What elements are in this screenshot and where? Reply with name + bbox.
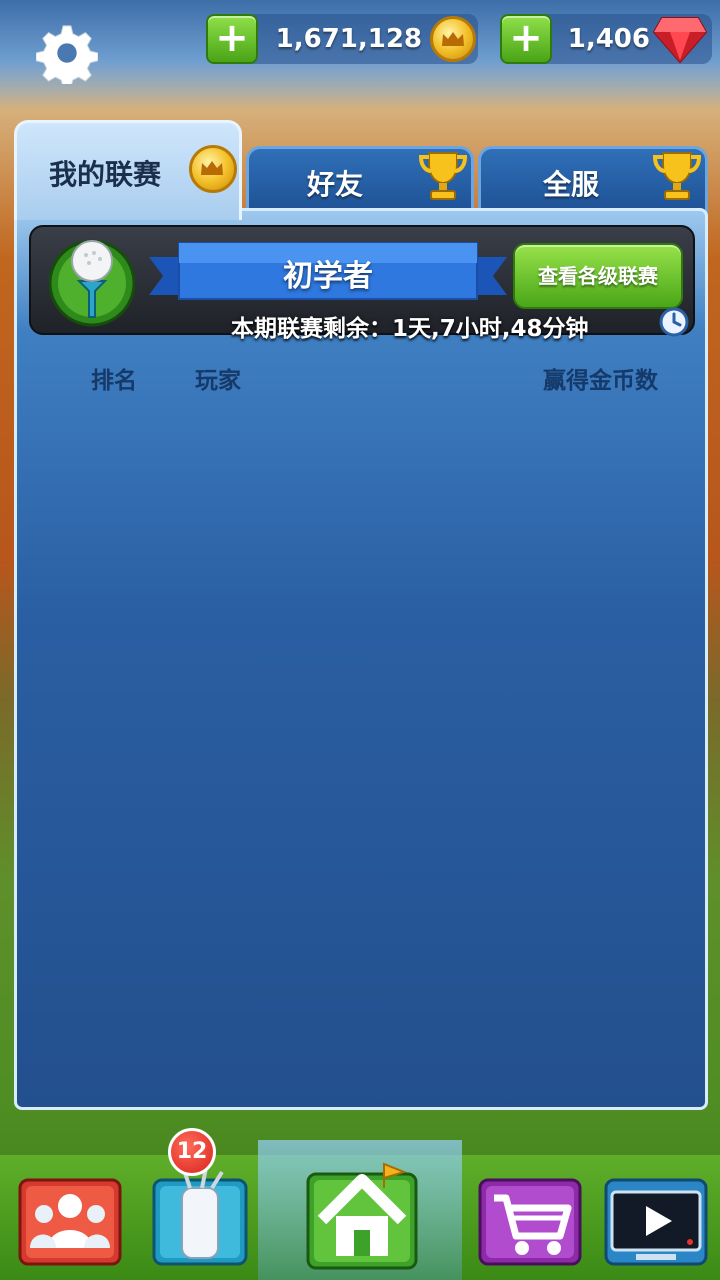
home-icon[interactable]	[300, 1144, 424, 1274]
bottom-nav	[0, 1140, 720, 1280]
tab-friends[interactable]: 好友	[246, 146, 474, 216]
tab-global[interactable]: 全服	[478, 146, 708, 216]
gem-amount: 1,406	[567, 24, 650, 54]
league-info-bar: 初学者 查看各级联赛 本期联赛剩余：1天,7小时,48分钟	[29, 225, 695, 342]
coin-icon	[430, 16, 476, 62]
league-panel: 我的联赛 好友 全服 初学者 查看各级联赛 本期联赛剩余：1天,7小时,48分钟…	[14, 120, 708, 1110]
notification-badge: 12	[168, 1128, 216, 1176]
coin-balance: + 1,671,128	[206, 14, 478, 64]
column-player: 玩家	[195, 368, 241, 394]
league-name: 初学者	[283, 259, 373, 294]
buy-gems-button[interactable]: +	[500, 14, 552, 64]
gem-balance: + 1,406	[500, 14, 712, 64]
tab-label: 全服	[543, 168, 600, 201]
top-bar: + 1,671,128 + 1,406	[0, 0, 720, 95]
view-leagues-button[interactable]: 查看各级联赛	[513, 243, 683, 309]
column-rank: 排名	[91, 368, 137, 394]
buy-coins-button[interactable]: +	[206, 14, 258, 64]
tab-my-league[interactable]: 我的联赛	[14, 120, 242, 220]
trophy-icon	[418, 152, 468, 200]
golf-ball-tee-icon	[49, 239, 135, 327]
crown-coin-icon	[189, 145, 237, 193]
video-icon[interactable]	[596, 1158, 716, 1274]
shop-cart-icon[interactable]	[470, 1158, 590, 1274]
tab-label: 好友	[307, 168, 364, 201]
tab-label: 我的联赛	[49, 158, 162, 191]
gear-icon[interactable]	[36, 22, 98, 84]
league-ribbon: 初学者	[149, 239, 507, 305]
trophy-icon	[652, 152, 702, 200]
coin-amount: 1,671,128	[275, 24, 422, 54]
column-earned: 赢得金币数	[543, 368, 658, 394]
ruby-gem-icon	[652, 17, 708, 64]
clock-icon	[659, 307, 689, 337]
panel-body: 初学者 查看各级联赛 本期联赛剩余：1天,7小时,48分钟 排名 玩家 赢得金币…	[14, 208, 708, 1110]
club-icon[interactable]	[10, 1158, 130, 1274]
league-countdown: 本期联赛剩余：1天,7小时,48分钟	[231, 316, 589, 342]
golf-bag-icon[interactable]	[140, 1158, 260, 1274]
